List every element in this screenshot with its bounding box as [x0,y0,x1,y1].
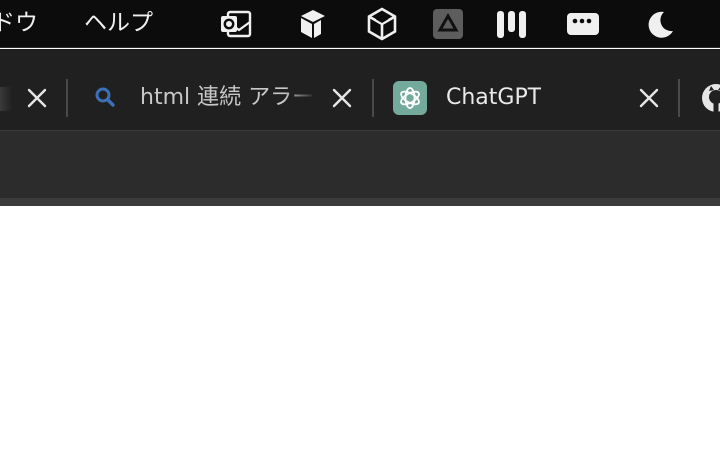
menu-item-window[interactable]: ドウ [0,8,38,38]
window-dots-icon[interactable] [565,6,601,42]
tab-bar: html 連続 アラート ChatGPT [0,49,720,130]
tab-partial-title[interactable] [0,87,12,111]
toolbar-divider [0,198,720,206]
chatgpt-icon [392,80,428,116]
search-icon [88,80,124,116]
tab-divider [678,79,680,117]
tab-divider [66,79,68,117]
box-cube-icon[interactable] [294,6,330,42]
page-content [0,206,720,450]
drive-triangle-icon[interactable] [430,6,466,42]
menu-bar: ドウ ヘルプ [0,0,720,48]
tab-close-icon[interactable] [638,87,660,109]
outlook-icon[interactable] [218,6,254,42]
github-icon[interactable] [698,80,720,116]
tab-close-icon[interactable] [331,87,353,109]
tab-divider [372,79,374,117]
tab-chatgpt-title[interactable]: ChatGPT [446,83,541,113]
menu-item-help[interactable]: ヘルプ [84,8,153,38]
tab-search-title[interactable]: html 連続 アラート [140,83,316,113]
tab-close-icon[interactable] [26,87,48,109]
notion-logo-icon[interactable] [494,6,530,42]
unity-icon[interactable] [364,6,400,42]
browser-toolbar [0,130,720,198]
moon-icon[interactable] [642,6,678,42]
